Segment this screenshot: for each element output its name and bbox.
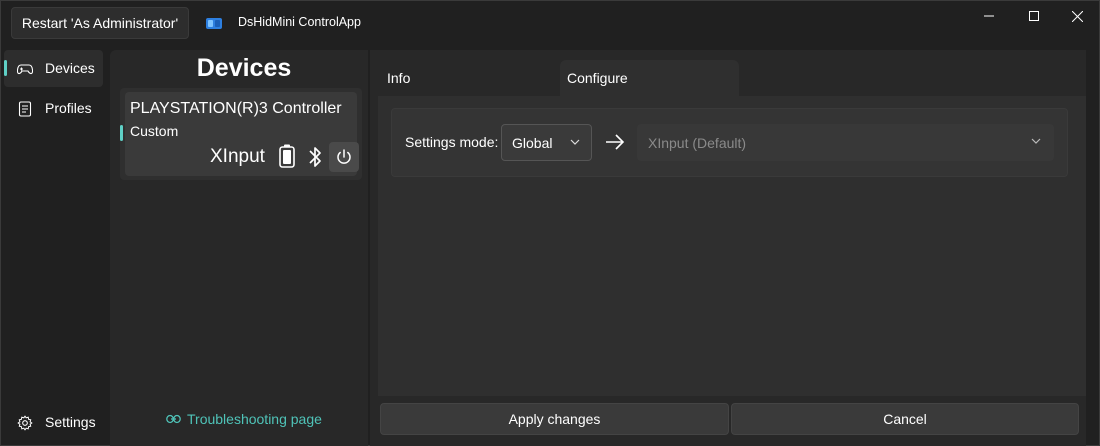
- profile-dropdown-value: XInput (Default): [648, 135, 747, 151]
- gamepad-icon: [17, 64, 33, 75]
- maximize-button[interactable]: [1011, 0, 1057, 32]
- settings-mode-label: Settings mode:: [405, 134, 499, 150]
- apply-changes-button[interactable]: Apply changes: [380, 403, 729, 435]
- disconnect-power-button[interactable]: [329, 142, 359, 172]
- maximize-icon: [1029, 11, 1039, 21]
- tab-info-label: Info: [387, 70, 411, 86]
- tab-configure[interactable]: Configure: [560, 60, 739, 96]
- settings-mode-dropdown[interactable]: Global: [501, 124, 592, 161]
- close-icon: [1071, 10, 1083, 22]
- nav-label-profiles: Profiles: [45, 100, 92, 116]
- chevron-down-icon: [1031, 138, 1041, 144]
- device-selected-indicator: [120, 125, 123, 141]
- controller-app-icon: [206, 18, 222, 29]
- settings-mode-value: Global: [512, 135, 553, 151]
- cancel-button[interactable]: Cancel: [731, 403, 1079, 435]
- arrow-right-icon: [606, 134, 625, 150]
- tab-configure-label: Configure: [567, 70, 628, 86]
- nav-item-settings[interactable]: Settings: [4, 404, 103, 441]
- title-bar: Restart 'As Administrator' DsHidMini Con…: [0, 0, 1100, 46]
- link-icon: [166, 414, 181, 424]
- bluetooth-icon: [309, 147, 321, 167]
- nav-selected-indicator: [4, 60, 7, 76]
- device-profile-name: Custom: [130, 123, 179, 139]
- tab-info[interactable]: Info: [378, 60, 558, 96]
- nav-item-profiles[interactable]: Profiles: [4, 90, 103, 127]
- minimize-button[interactable]: [966, 0, 1012, 32]
- profile-dropdown[interactable]: XInput (Default): [637, 124, 1054, 161]
- troubleshooting-link-text: Troubleshooting page: [187, 411, 322, 427]
- close-button[interactable]: [1054, 0, 1100, 32]
- restart-as-admin-button[interactable]: Restart 'As Administrator': [11, 7, 189, 39]
- app-title: DsHidMini ControlApp: [238, 15, 361, 29]
- devices-heading: Devices: [196, 54, 292, 82]
- gear-icon: [17, 415, 33, 431]
- chevron-down-icon: [570, 139, 580, 145]
- device-name: PLAYSTATION(R)3 Controller: [130, 100, 342, 117]
- nav-item-devices[interactable]: Devices: [4, 50, 103, 87]
- power-icon: [337, 149, 351, 164]
- battery-full-icon: [279, 144, 295, 168]
- device-hid-mode: XInput: [210, 146, 265, 167]
- document-icon: [18, 101, 32, 117]
- troubleshooting-link[interactable]: Troubleshooting page: [166, 411, 322, 427]
- nav-label-settings: Settings: [45, 414, 96, 430]
- nav-label-devices: Devices: [45, 60, 95, 76]
- minimize-icon: [984, 15, 994, 17]
